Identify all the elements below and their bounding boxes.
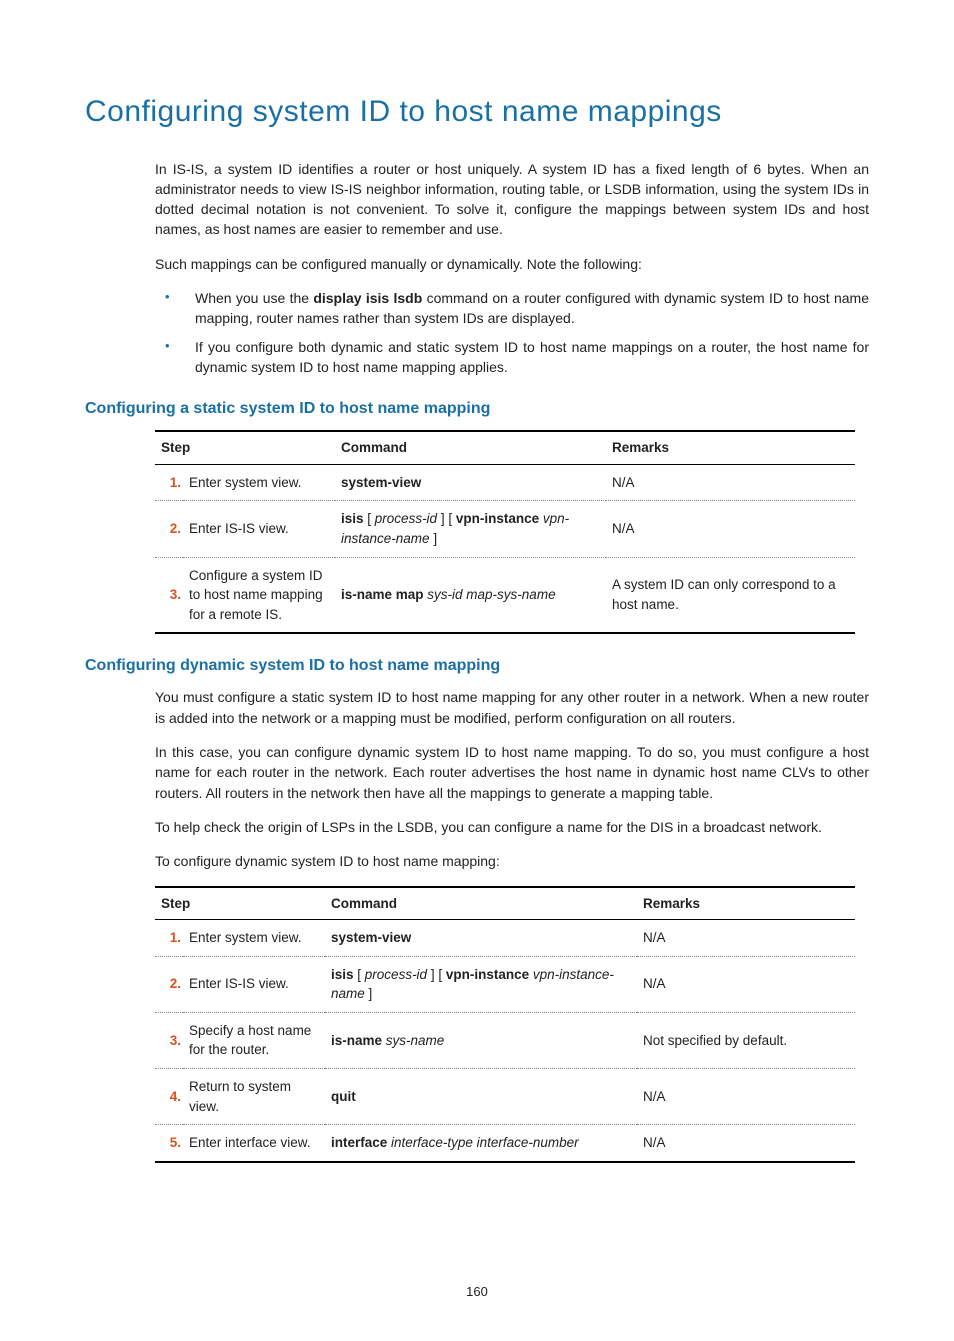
intro-bullet-list: When you use the display isis lsdb comma… <box>85 288 869 377</box>
table-row: 1. Enter system view. system-view N/A <box>155 920 855 957</box>
static-heading: Configuring a static system ID to host n… <box>85 397 869 420</box>
page-title: Configuring system ID to host name mappi… <box>85 90 869 134</box>
table-row: 5. Enter interface view. interface inter… <box>155 1125 855 1162</box>
table-row: 3. Configure a system ID to host name ma… <box>155 557 855 633</box>
page-number: 160 <box>85 1283 869 1302</box>
table-row: 2. Enter IS-IS view. isis [ process-id ]… <box>155 956 855 1012</box>
col-step: Step <box>155 431 335 464</box>
intro-paragraph-2: Such mappings can be configured manually… <box>155 254 869 274</box>
col-remarks: Remarks <box>606 431 855 464</box>
dynamic-paragraph-4: To configure dynamic system ID to host n… <box>155 851 869 871</box>
intro-bullet-1: When you use the display isis lsdb comma… <box>155 288 869 329</box>
dynamic-paragraph-3: To help check the origin of LSPs in the … <box>155 817 869 837</box>
col-command: Command <box>335 431 606 464</box>
intro-paragraph-1: In IS-IS, a system ID identifies a route… <box>155 159 869 240</box>
table-row: 4. Return to system view. quit N/A <box>155 1068 855 1124</box>
dynamic-paragraph-1: You must configure a static system ID to… <box>155 687 869 728</box>
col-remarks: Remarks <box>637 887 855 920</box>
dynamic-heading: Configuring dynamic system ID to host na… <box>85 654 869 677</box>
dynamic-mapping-table: Step Command Remarks 1. Enter system vie… <box>155 886 855 1163</box>
dynamic-paragraph-2: In this case, you can configure dynamic … <box>155 742 869 803</box>
table-row: 1. Enter system view. system-view N/A <box>155 464 855 501</box>
col-step: Step <box>155 887 325 920</box>
col-command: Command <box>325 887 637 920</box>
table-row: 3. Specify a host name for the router. i… <box>155 1012 855 1068</box>
intro-bullet-2: If you configure both dynamic and static… <box>155 337 869 378</box>
static-mapping-table: Step Command Remarks 1. Enter system vie… <box>155 430 855 634</box>
table-row: 2. Enter IS-IS view. isis [ process-id ]… <box>155 501 855 557</box>
